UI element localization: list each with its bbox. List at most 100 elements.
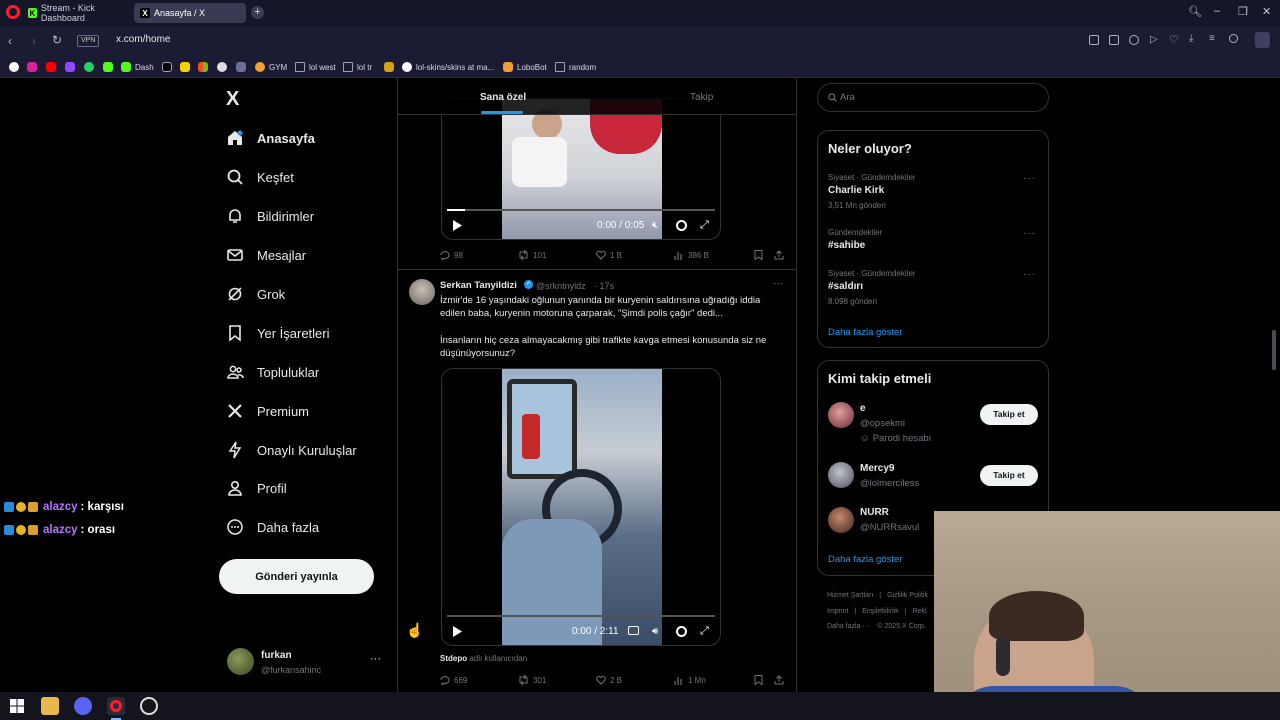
shield-icon[interactable]: [1129, 35, 1139, 45]
kick-icon[interactable]: [103, 62, 113, 72]
views-button[interactable]: 386 B: [674, 250, 709, 260]
sidebar-item-grok[interactable]: Grok: [226, 283, 285, 305]
post-button[interactable]: Gönderi yayınla: [219, 559, 374, 594]
play-icon[interactable]: [452, 220, 462, 231]
vpn-badge[interactable]: VPN: [77, 35, 100, 47]
youtube-icon[interactable]: [46, 62, 56, 72]
bookmark-gym[interactable]: GYM: [255, 61, 287, 73]
file-explorer-icon[interactable]: [41, 697, 59, 715]
video-player[interactable]: 0:00 / 0:05 🔇︎ ⤢: [441, 98, 721, 240]
page-scrollbar[interactable]: [1272, 330, 1276, 370]
tweet-author-avatar[interactable]: [409, 279, 435, 305]
footer-link[interactable]: Gizlilik Politik: [887, 592, 928, 599]
menu-icon[interactable]: ≡: [1209, 33, 1215, 44]
tab-for-you[interactable]: Sana özel: [480, 92, 526, 103]
sidebar-item-communities[interactable]: Topluluklar: [226, 361, 319, 383]
tab-x-home[interactable]: X Anasayfa / X: [134, 3, 246, 23]
account-switcher[interactable]: furkan @furkansahinc ···: [227, 648, 387, 678]
footer-link[interactable]: Hizmet Şartları: [827, 592, 873, 599]
sidebar-item-premium[interactable]: Premium: [226, 400, 309, 422]
minimize-icon[interactable]: –: [1214, 5, 1220, 17]
bookmark-lobobot[interactable]: LoboBot: [503, 61, 547, 73]
search-tabs-icon[interactable]: 🔍︎: [1188, 5, 1202, 18]
profile-icon[interactable]: [1229, 34, 1238, 43]
search-input[interactable]: Ara: [817, 83, 1049, 112]
sahibinden-icon[interactable]: [180, 62, 190, 72]
microsoft-icon[interactable]: [198, 62, 208, 72]
follow-button[interactable]: Takip et: [980, 465, 1038, 486]
trend-more-icon[interactable]: ···: [1023, 228, 1036, 239]
settings-icon[interactable]: [676, 220, 687, 231]
who-to-follow-show-more[interactable]: Daha fazla göster: [828, 554, 902, 565]
extension-icon[interactable]: [1255, 32, 1270, 48]
trend-more-icon[interactable]: ···: [1023, 173, 1036, 184]
tab-following[interactable]: Takip: [690, 92, 713, 103]
v-icon[interactable]: [384, 62, 394, 72]
obs-icon[interactable]: [140, 697, 158, 715]
camera-icon[interactable]: [1109, 35, 1119, 45]
sidebar-item-notifications[interactable]: Bildirimler: [226, 205, 314, 227]
like-button[interactable]: 1 B: [596, 250, 622, 260]
captions-icon[interactable]: [628, 626, 639, 635]
sidebar-item-profile[interactable]: Profil: [226, 477, 287, 499]
footer-link[interactable]: Rekl: [913, 608, 927, 615]
like-button[interactable]: 2 B: [596, 675, 622, 685]
repost-button[interactable]: 101: [518, 250, 546, 260]
fullscreen-icon[interactable]: ⤢: [700, 625, 709, 638]
bookmark-lol-tr[interactable]: lol tr: [343, 61, 372, 73]
share-button[interactable]: [774, 675, 788, 685]
video-progress-bar[interactable]: [447, 615, 715, 617]
repost-button[interactable]: 301: [518, 675, 546, 685]
discord-icon[interactable]: [74, 697, 92, 715]
video-player[interactable]: 0:00 / 2:11 🔊︎ ⤢: [441, 368, 721, 646]
trends-show-more[interactable]: Daha fazla göster: [828, 327, 902, 338]
tweet-more-icon[interactable]: ···: [773, 278, 783, 289]
views-button[interactable]: 1 Mn: [674, 675, 706, 685]
tweet-time[interactable]: · 17s: [594, 281, 614, 291]
share-button[interactable]: [774, 250, 788, 260]
footer-link[interactable]: Daha fazla ···: [827, 623, 869, 630]
bookmark-lol-skins[interactable]: lol-skins/skins at ma...: [402, 61, 494, 73]
bookmark-button[interactable]: [754, 250, 767, 260]
reply-button[interactable]: 669: [440, 675, 467, 685]
instagram-icon[interactable]: [27, 62, 37, 72]
twitch-icon[interactable]: [65, 62, 75, 72]
bookmark-dash[interactable]: Dash: [121, 61, 154, 73]
sidebar-item-explore[interactable]: Keşfet: [226, 166, 294, 188]
tweet-author-name[interactable]: Serkan Tanyildizi: [440, 280, 517, 291]
reply-button[interactable]: 98: [440, 250, 463, 260]
close-icon[interactable]: ✕: [1262, 5, 1271, 18]
url-field[interactable]: x.com/home: [116, 34, 170, 45]
opera-icon[interactable]: [107, 697, 125, 715]
restore-icon[interactable]: ❐: [1238, 5, 1248, 18]
sidebar-item-messages[interactable]: Mesajlar: [226, 244, 306, 266]
trend-more-icon[interactable]: ···: [1023, 269, 1036, 280]
play-icon[interactable]: ▷: [1150, 34, 1158, 45]
app-icon[interactable]: [236, 62, 246, 72]
chatgpt-icon[interactable]: [217, 62, 227, 72]
settings-icon[interactable]: [676, 626, 687, 637]
play-icon[interactable]: [452, 626, 462, 637]
reload-icon[interactable]: ↻: [52, 33, 62, 47]
forward-icon[interactable]: ›: [32, 34, 36, 48]
whatsapp-icon[interactable]: [84, 62, 94, 72]
source-name[interactable]: Stdepo: [440, 654, 467, 663]
edit-icon[interactable]: [1089, 35, 1099, 45]
sidebar-item-home[interactable]: Anasayfa: [226, 127, 315, 149]
x-icon[interactable]: [162, 62, 172, 72]
video-progress-bar[interactable]: [447, 209, 715, 211]
footer-link[interactable]: Imprint: [827, 608, 848, 615]
sidebar-item-bookmarks[interactable]: Yer İşaretleri: [226, 322, 330, 344]
heart-icon[interactable]: ♡: [1169, 33, 1179, 46]
tweet-author-handle[interactable]: @srkntnyldz: [536, 281, 586, 291]
download-icon[interactable]: ⤓: [1189, 33, 1193, 44]
volume-icon[interactable]: 🔊︎: [652, 626, 658, 637]
bookmark-button[interactable]: [754, 675, 767, 685]
bookmark-random[interactable]: random: [555, 61, 596, 73]
sidebar-item-verified-orgs[interactable]: Onaylı Kuruluşlar: [226, 439, 357, 461]
new-tab-button[interactable]: +: [251, 6, 264, 19]
media-source[interactable]: Stdepo adlı kullanıcıdan: [440, 654, 527, 663]
mute-icon[interactable]: 🔇︎: [652, 220, 658, 231]
x-logo[interactable]: X: [226, 88, 239, 111]
account-menu-icon[interactable]: ···: [370, 653, 381, 665]
